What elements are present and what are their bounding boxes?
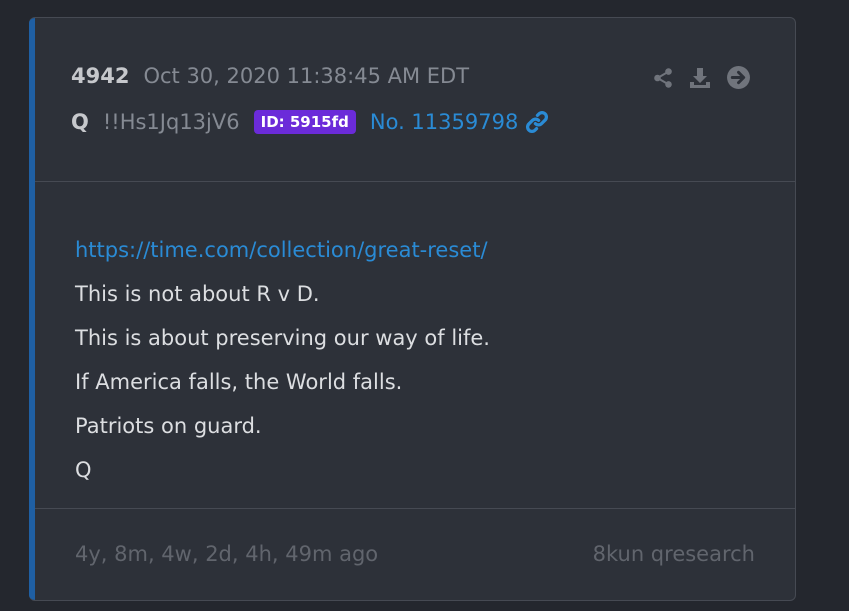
- post-author: Q: [71, 110, 89, 134]
- id-badge: ID: 5915fd: [253, 110, 356, 134]
- body-line: This is about preserving our way of life…: [75, 326, 490, 350]
- body-line: This is not about R v D.: [75, 282, 320, 306]
- post-footer: 4y, 8m, 4w, 2d, 4h, 49m ago 8kun qresear…: [35, 509, 795, 600]
- body-line: If America falls, the World falls.: [75, 370, 403, 394]
- post-card: 4942 Oct 30, 2020 11:38:45 AM EDT Q !!Hs…: [29, 17, 796, 601]
- post-author-row: Q !!Hs1Jq13jV6 ID: 5915fd No. 11359798: [71, 109, 550, 135]
- post-number: 4942: [71, 64, 130, 88]
- post-number-link-label: No. 11359798: [369, 110, 519, 134]
- body-line: Patriots on guard.: [75, 414, 262, 438]
- tripcode: !!Hs1Jq13jV6: [102, 110, 240, 134]
- arrow-circle-right-icon[interactable]: [726, 65, 751, 90]
- body-link[interactable]: https://time.com/collection/great-reset/: [75, 238, 488, 262]
- post-meta-row: 4942 Oct 30, 2020 11:38:45 AM EDT: [71, 64, 469, 88]
- post-source: 8kun qresearch: [592, 542, 755, 566]
- download-icon[interactable]: [688, 66, 712, 90]
- post-number-link[interactable]: No. 11359798: [370, 109, 550, 135]
- post-header: 4942 Oct 30, 2020 11:38:45 AM EDT Q !!Hs…: [35, 18, 795, 182]
- body-line: Q: [75, 458, 92, 482]
- time-ago: 4y, 8m, 4w, 2d, 4h, 49m ago: [75, 542, 379, 566]
- post-body-text: https://time.com/collection/great-reset/…: [75, 228, 490, 492]
- link-icon: [526, 111, 549, 133]
- post-actions: [652, 65, 751, 90]
- post-date: Oct 30, 2020 11:38:45 AM EDT: [143, 64, 470, 88]
- post-body: https://time.com/collection/great-reset/…: [35, 181, 795, 509]
- share-icon[interactable]: [652, 67, 674, 89]
